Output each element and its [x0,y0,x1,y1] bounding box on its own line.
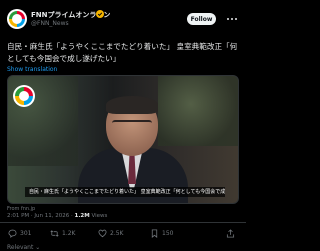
tweet-text: 自民・麻生氏「ようやくここまでたどり着いた」 皇室典範改正「何としても今国会で成… [7,42,238,63]
media-caption: 自民・麻生氏「ようやくここまでたどり着いた」 皇室典範改正「何としても今国会で成… [25,187,225,197]
repost-count: 1.2K [62,229,76,237]
reply-button[interactable]: 301 [8,227,31,239]
heart-icon [98,229,107,237]
views-label: Views [91,213,108,219]
views-count: 1.2M [74,213,90,219]
follow-button[interactable]: Follow [187,13,216,25]
bookmark-count: 150 [162,229,174,237]
fnn-logo [13,85,35,107]
like-button[interactable]: 2.5K [98,227,123,239]
tweet-time[interactable]: 2:01 PM · Jun 11, 2026 [7,213,69,219]
tweet-media[interactable]: 自民・麻生氏「ようやくここまでたどり着いた」 皇室典範改正「何としても今国会で成… [7,75,239,204]
repost-icon [50,229,59,237]
repost-button[interactable]: 1.2K [50,227,75,239]
divider [0,222,246,223]
account-handle[interactable]: @FNN_News [31,20,69,27]
tweet-meta: 2:01 PM · Jun 11, 2026 · 1.2M Views [7,213,108,219]
avatar[interactable] [7,9,27,29]
share-button[interactable] [226,227,238,239]
more-options-icon[interactable] [226,14,238,24]
bookmark-icon [151,228,158,238]
reply-count: 301 [20,229,32,237]
share-icon [226,228,235,238]
show-translation-link[interactable]: Show translation [7,66,57,73]
verified-badge-icon [96,10,104,18]
reply-icon [8,229,17,238]
media-source[interactable]: From fnn.jp [7,206,35,212]
bookmark-button[interactable]: 150 [150,227,173,239]
like-count: 2.5K [110,229,124,237]
